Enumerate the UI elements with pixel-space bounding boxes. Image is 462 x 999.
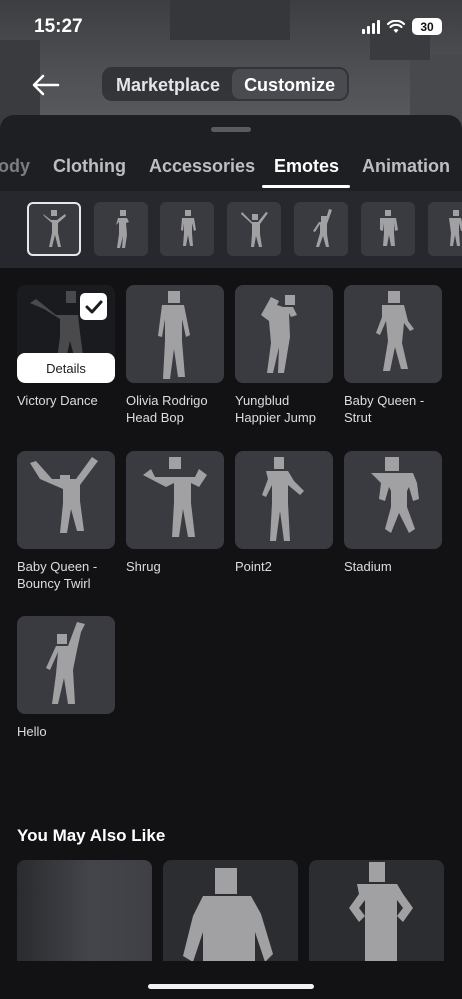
- emote-slot-thumbnail[interactable]: [160, 202, 214, 256]
- emote-slot-thumbnail[interactable]: [294, 202, 348, 256]
- recommendation-card[interactable]: [17, 860, 152, 961]
- tab-emotes[interactable]: Emotes: [274, 156, 339, 177]
- emote-card[interactable]: Details Victory Dance: [17, 285, 115, 409]
- home-indicator: [148, 984, 314, 989]
- status-time: 15:27: [34, 16, 83, 37]
- emote-thumbnail: [126, 451, 224, 549]
- emote-thumbnail: [17, 451, 115, 549]
- emote-name: Baby Queen - Strut: [344, 393, 425, 425]
- recommendations-title: You May Also Like: [17, 826, 166, 845]
- recommendation-card[interactable]: [163, 860, 298, 961]
- emote-thumbnail: [344, 285, 442, 383]
- emote-name: Stadium: [344, 559, 392, 574]
- emote-card[interactable]: Stadium: [344, 451, 442, 575]
- emote-grid: Details Victory Dance Olivia Rodrigo Hea…: [0, 268, 462, 999]
- emote-card[interactable]: Olivia Rodrigo Head Bop: [126, 285, 224, 426]
- emote-card[interactable]: Shrug: [126, 451, 224, 575]
- emote-thumbnail: [235, 285, 333, 383]
- emote-thumbnail: [126, 285, 224, 383]
- emote-card[interactable]: Point2: [235, 451, 333, 575]
- emote-card[interactable]: Baby Queen - Bouncy Twirl: [17, 451, 115, 592]
- checkmark-icon: [85, 300, 102, 313]
- emote-thumbnail: Details: [17, 285, 115, 383]
- tab-animation[interactable]: Animation: [362, 156, 450, 177]
- back-button[interactable]: [28, 70, 64, 100]
- emote-slot-thumbnail[interactable]: [94, 202, 148, 256]
- tab-accessories[interactable]: Accessories: [149, 156, 255, 177]
- battery-icon: 30: [412, 18, 442, 35]
- emote-slot-strip: [0, 191, 462, 269]
- active-tab-indicator: [262, 185, 350, 188]
- toggle-marketplace[interactable]: Marketplace: [104, 69, 232, 99]
- status-bar: 15:27 30: [0, 0, 462, 54]
- emote-name: Victory Dance: [17, 393, 98, 408]
- tab-body[interactable]: ody: [0, 156, 30, 177]
- arrow-left-icon: [32, 74, 60, 96]
- emote-thumbnail: [17, 616, 115, 714]
- emote-name: Olivia Rodrigo Head Bop: [126, 393, 208, 425]
- emote-slot-thumbnail[interactable]: [27, 202, 81, 256]
- wifi-icon: [387, 19, 405, 33]
- emote-card[interactable]: Yungblud Happier Jump: [235, 285, 333, 426]
- sheet-grabber[interactable]: [211, 127, 251, 132]
- emote-card[interactable]: Baby Queen - Strut: [344, 285, 442, 426]
- emote-slot-thumbnail[interactable]: [227, 202, 281, 256]
- emote-name: Shrug: [126, 559, 161, 574]
- emote-card[interactable]: Hello: [17, 616, 115, 740]
- emote-slot-thumbnail[interactable]: [361, 202, 415, 256]
- tab-clothing[interactable]: Clothing: [53, 156, 126, 177]
- selected-check[interactable]: [80, 293, 107, 320]
- recommendation-card[interactable]: [309, 860, 444, 961]
- emote-name: Point2: [235, 559, 272, 574]
- emote-name: Baby Queen - Bouncy Twirl: [17, 559, 98, 591]
- details-button[interactable]: Details: [17, 353, 115, 383]
- emote-name: Yungblud Happier Jump: [235, 393, 316, 425]
- toggle-customize[interactable]: Customize: [232, 69, 348, 99]
- category-tabs: ody Clothing Accessories Emotes Animatio…: [0, 148, 462, 188]
- emote-thumbnail: [235, 451, 333, 549]
- emote-thumbnail: [344, 451, 442, 549]
- cellular-signal-icon: [362, 19, 380, 34]
- emote-name: Hello: [17, 724, 47, 739]
- emote-slot-thumbnail[interactable]: [428, 202, 462, 256]
- mode-toggle: Marketplace Customize: [102, 67, 350, 101]
